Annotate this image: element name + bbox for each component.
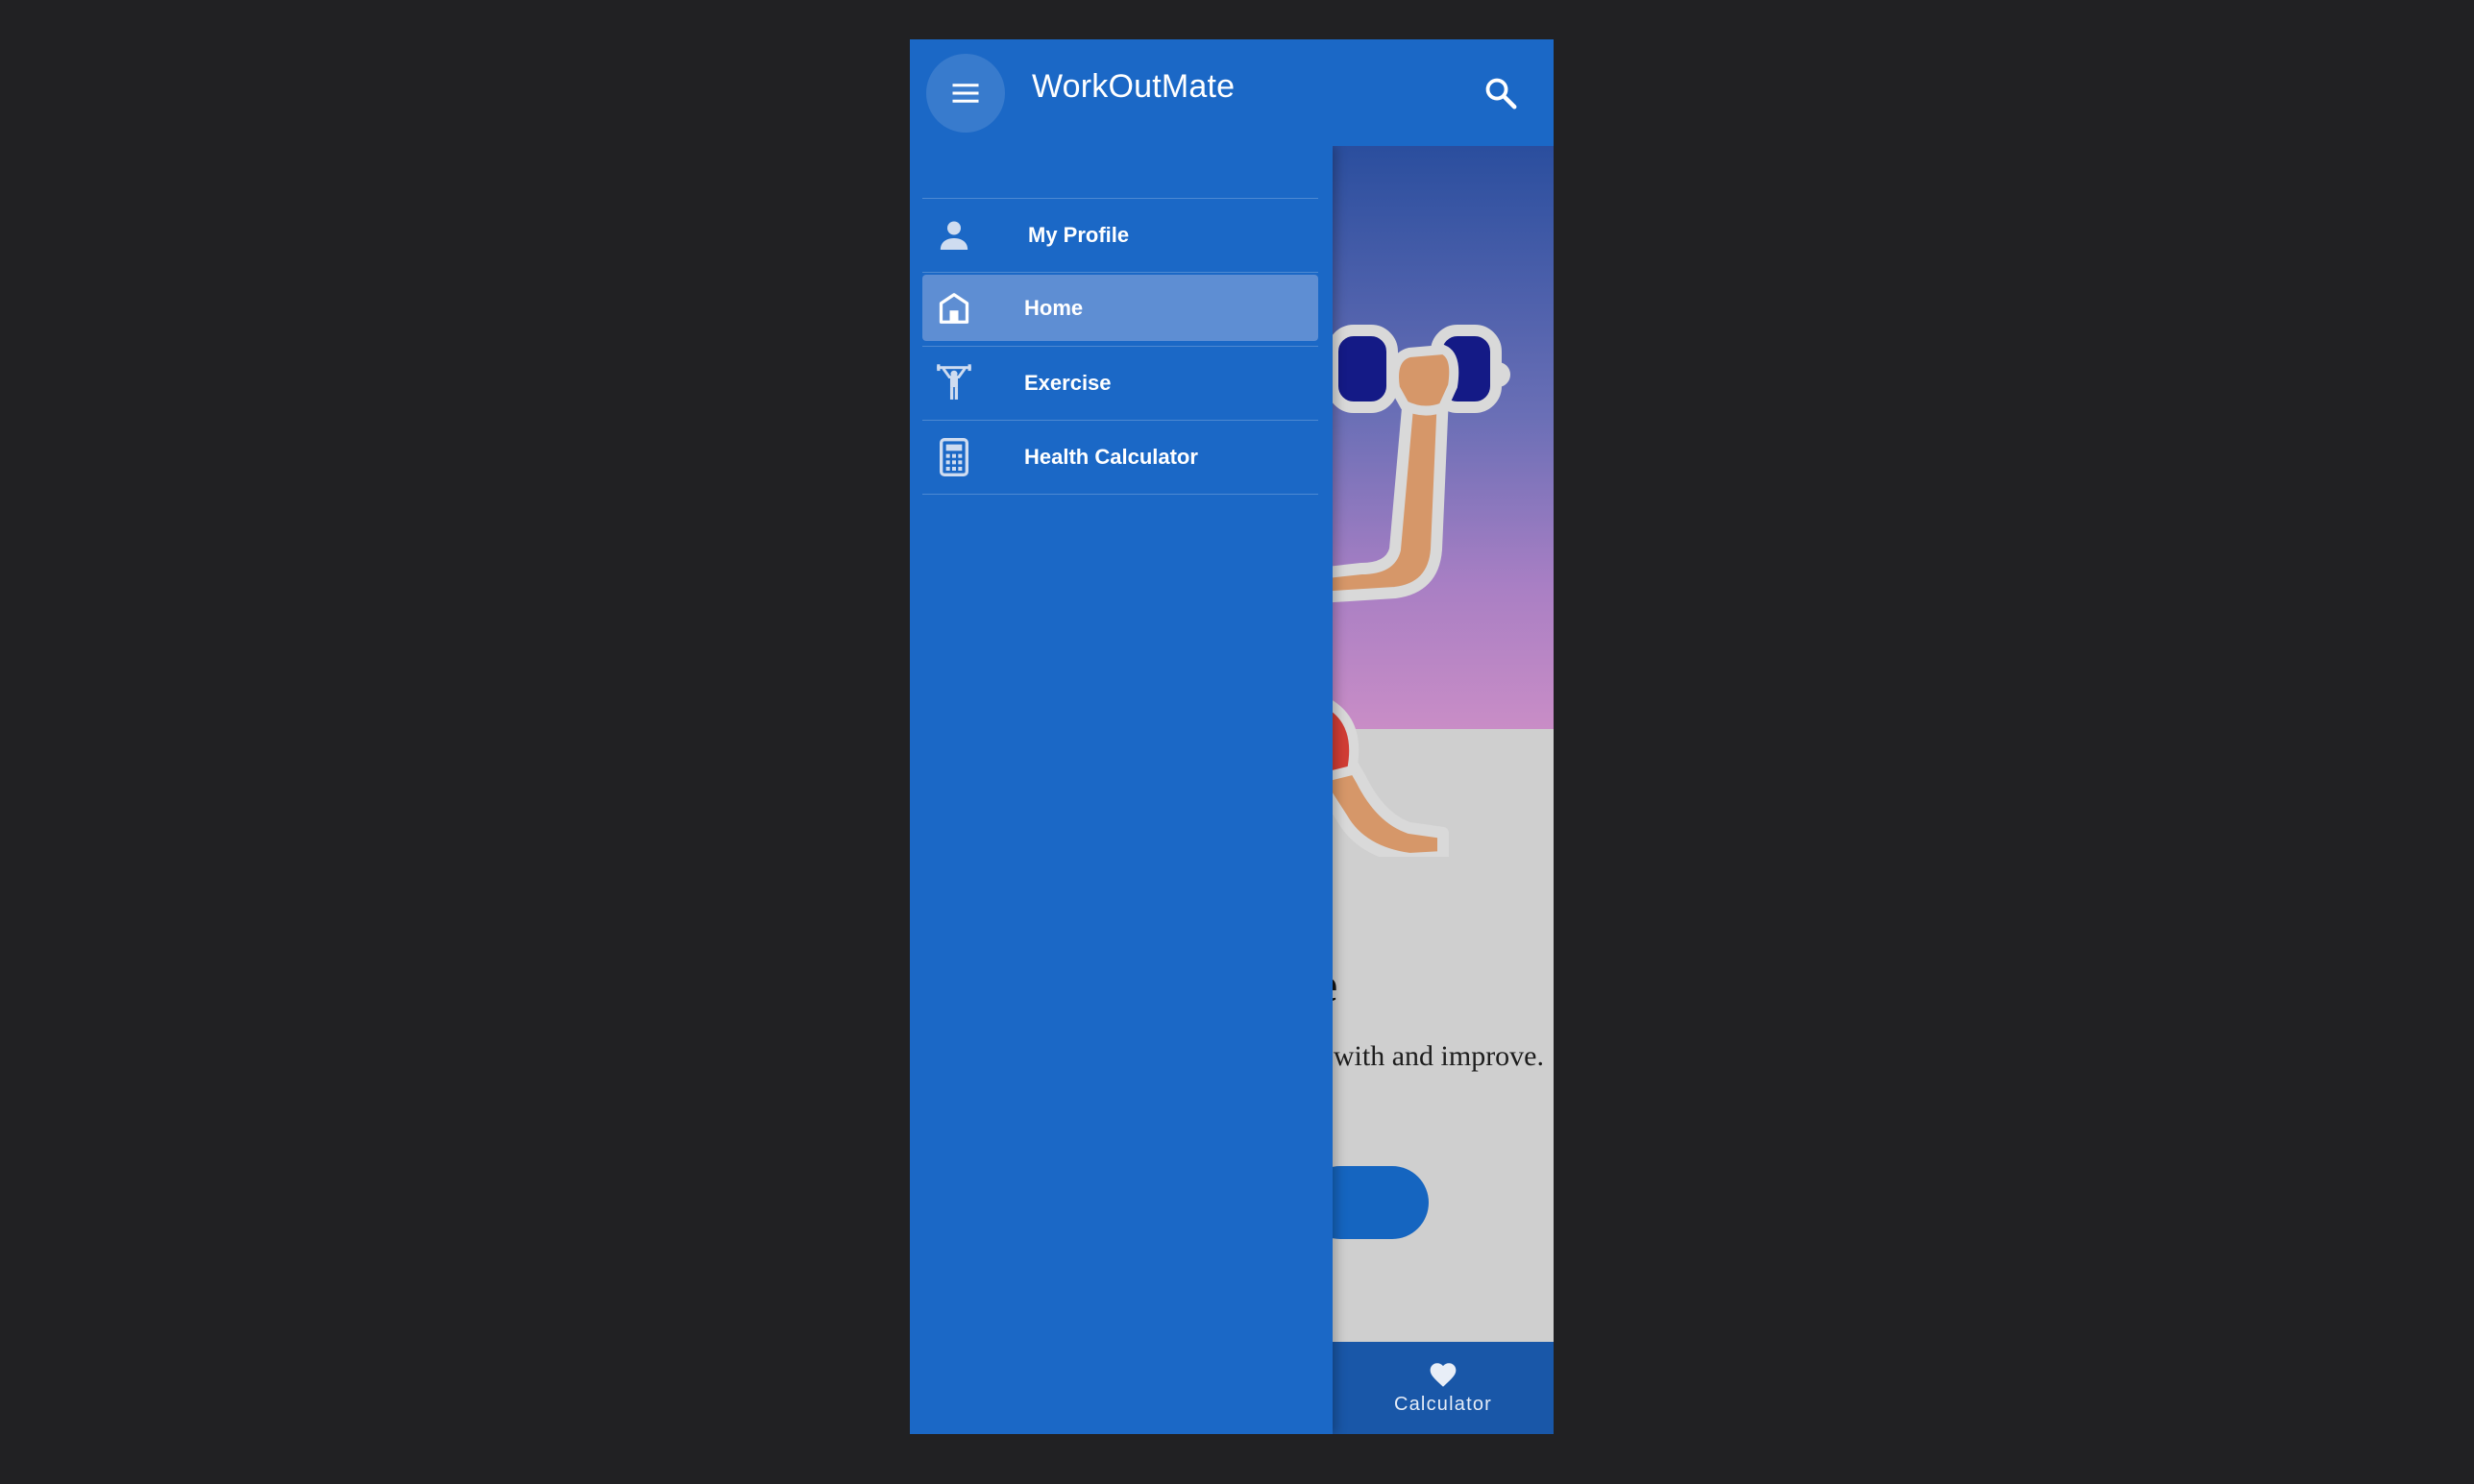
drawer-item-inner: Health Calculator [922, 421, 1318, 494]
app-title: WorkOutMate [1032, 68, 1236, 105]
top-app-bar: WorkOutMate [910, 39, 1554, 146]
drawer-menu-list: My Profile Home Exercise Health Calculat… [922, 198, 1318, 495]
drawer-item-health-calculator[interactable]: Health Calculator [922, 421, 1318, 495]
menu-icon [952, 84, 979, 103]
heart-icon [1430, 1362, 1457, 1387]
app-screen: ate ss routine with and improve. Calcula… [910, 39, 1554, 1434]
drawer-item-inner: My Profile [922, 199, 1318, 272]
drawer-item-inner: Home [922, 275, 1318, 341]
drawer-item-label: Home [1024, 295, 1084, 320]
bottom-nav-calculator[interactable]: Calculator [1371, 1342, 1515, 1434]
drawer-item-my-profile[interactable]: My Profile [922, 199, 1318, 273]
drawer-item-label: My Profile [1028, 223, 1130, 247]
drawer-item-label: Health Calculator [1024, 445, 1198, 469]
home-icon [922, 291, 986, 326]
drawer-item-exercise[interactable]: Exercise [922, 347, 1318, 421]
calculator-icon [922, 438, 986, 476]
menu-button[interactable] [926, 54, 1005, 133]
bottom-nav-calculator-label: Calculator [1393, 1393, 1493, 1415]
person-icon [922, 216, 986, 255]
search-icon [1485, 78, 1517, 109]
drawer-item-label: Exercise [1024, 371, 1112, 395]
weightlifter-icon [922, 363, 986, 403]
search-button[interactable] [1474, 66, 1528, 120]
drawer-item-home[interactable]: Home [922, 273, 1318, 347]
drawer-item-inner: Exercise [922, 347, 1318, 420]
navigation-drawer: My Profile Home Exercise Health Calculat… [910, 146, 1333, 1434]
